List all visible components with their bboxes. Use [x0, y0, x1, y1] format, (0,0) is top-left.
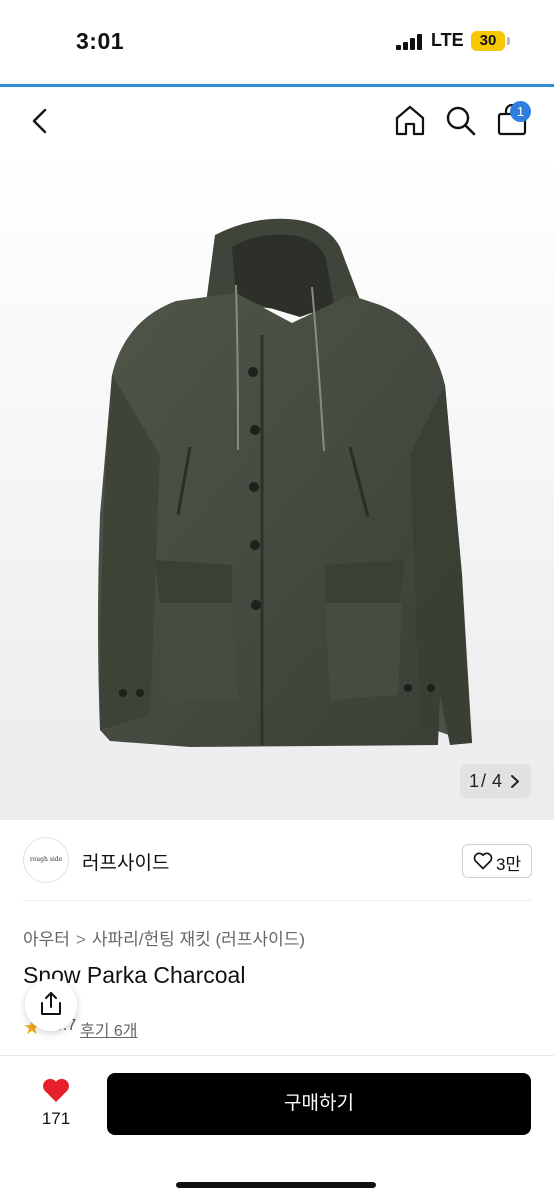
- cart-count-badge: 1: [510, 101, 531, 122]
- breadcrumb: 아우터 > 사파리/헌팅 재킷 (러프사이드): [23, 925, 305, 950]
- review-count-link[interactable]: 후기 6개: [80, 1017, 138, 1041]
- battery-icon: 30: [471, 31, 505, 51]
- pager-total: 4: [492, 771, 503, 791]
- search-icon[interactable]: [445, 105, 477, 137]
- product-image: [98, 218, 472, 747]
- pager-separator: /: [481, 771, 487, 791]
- signal-icon: [396, 34, 422, 50]
- brand-like-count: 3만: [496, 855, 522, 874]
- brand-logo[interactable]: rough side: [23, 837, 69, 883]
- top-nav: [0, 87, 554, 155]
- status-bar: 3:01 LTE 30: [0, 0, 554, 84]
- chevron-right-icon: [511, 775, 519, 788]
- breadcrumb-category[interactable]: 아우터: [23, 930, 70, 949]
- image-pager[interactable]: 1 / 4: [460, 764, 531, 798]
- breadcrumb-subcategory[interactable]: 사파리/헌팅 재킷 (러프사이드): [92, 930, 305, 949]
- brand-name[interactable]: 러프사이드: [82, 848, 169, 875]
- breadcrumb-separator: >: [75, 930, 86, 949]
- product-image-gallery[interactable]: [0, 155, 554, 820]
- heart-outline-icon: [473, 852, 493, 870]
- pager-current: 1: [469, 771, 480, 791]
- chevron-left-icon[interactable]: [28, 107, 52, 135]
- brand-like-button[interactable]: 3만: [462, 844, 532, 878]
- heart-filled-icon[interactable]: [41, 1077, 71, 1104]
- home-icon[interactable]: [394, 104, 426, 136]
- share-icon: [41, 992, 61, 1015]
- divider: [23, 900, 531, 901]
- wish-count: 171: [41, 1109, 71, 1128]
- share-button[interactable]: [25, 979, 77, 1031]
- home-indicator: [176, 1182, 376, 1188]
- network-type: LTE: [431, 30, 464, 50]
- buy-button[interactable]: 구매하기: [107, 1073, 531, 1135]
- battery-cap: [507, 37, 510, 45]
- status-time: 3:01: [76, 28, 125, 54]
